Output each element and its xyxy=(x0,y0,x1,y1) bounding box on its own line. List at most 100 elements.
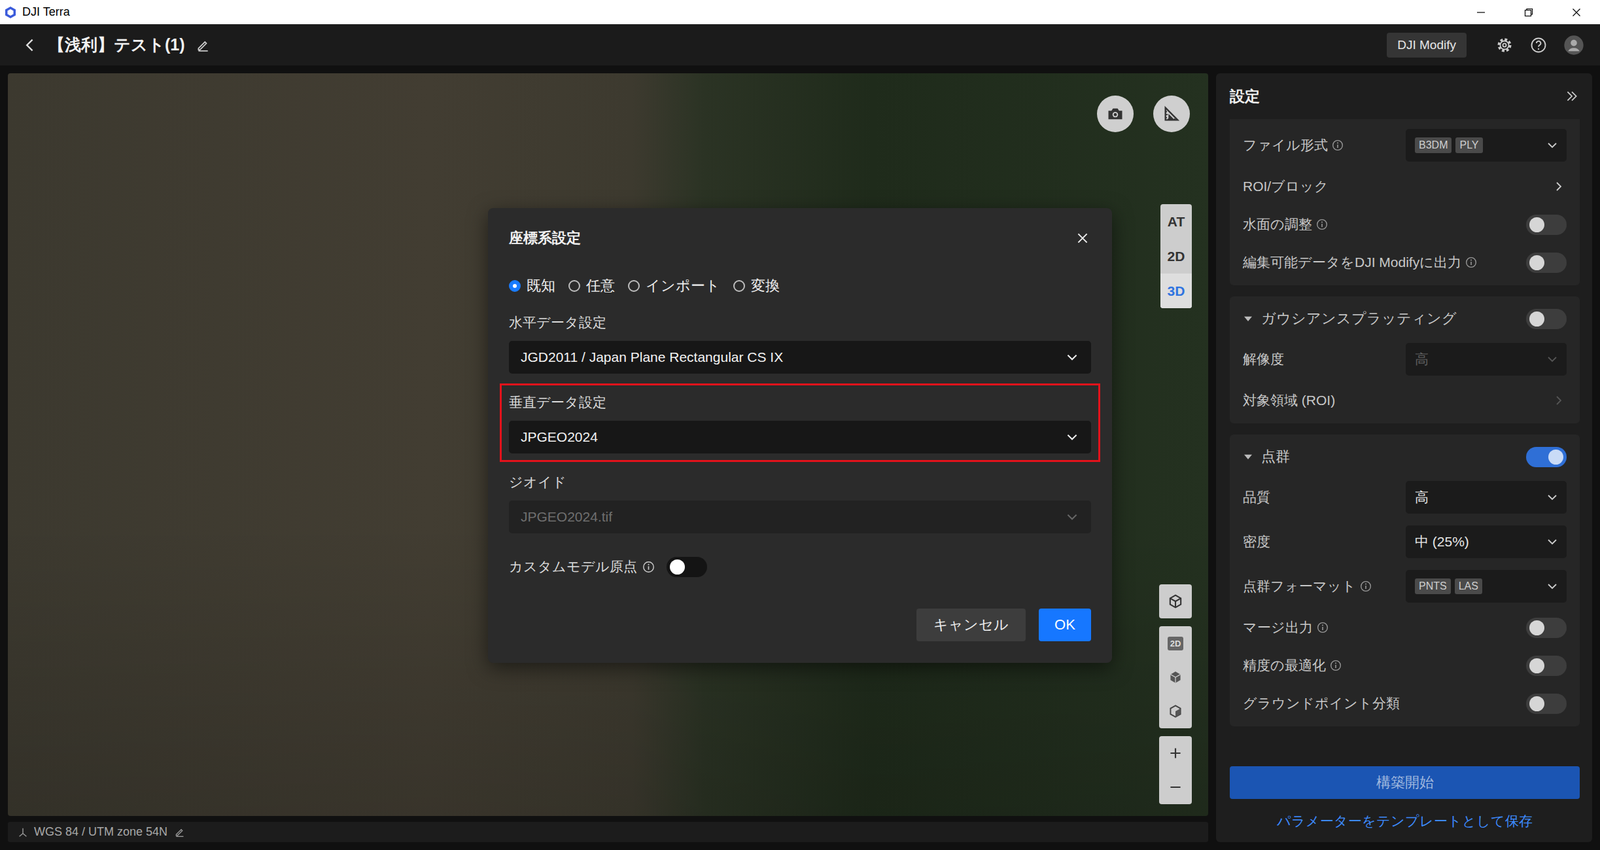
section-toggle[interactable] xyxy=(1526,446,1567,468)
view-mode-button[interactable]: 3D xyxy=(1160,273,1192,309)
setting-row: 編集可能データをDJI Modifyに出力 xyxy=(1242,243,1567,282)
build-start-button[interactable]: 構築開始 xyxy=(1229,765,1580,799)
chevron-down-icon xyxy=(1064,429,1080,445)
zoom-in-button[interactable] xyxy=(1159,735,1192,770)
close-icon xyxy=(1075,230,1090,246)
setting-label: 対象領域 (ROI) xyxy=(1242,391,1336,410)
dji-modify-button[interactable]: DJI Modify xyxy=(1386,32,1467,58)
project-title: 【浅利】テスト(1) xyxy=(48,34,186,56)
settings-card: ファイル形式B3DMPLYROI/ブロック水面の調整編集可能データをDJI Mo… xyxy=(1229,119,1580,286)
open-link-button[interactable] xyxy=(1550,392,1567,409)
model-button[interactable] xyxy=(1159,660,1192,695)
radio-mark xyxy=(508,279,521,292)
close-icon xyxy=(1571,7,1582,18)
collapse-panel-button[interactable] xyxy=(1563,87,1581,105)
pencil-icon xyxy=(173,826,186,838)
minus-icon xyxy=(1166,778,1184,796)
setting-label: 編集可能データをDJI Modifyに出力 xyxy=(1242,253,1462,272)
setting-toggle[interactable] xyxy=(1526,693,1567,714)
cube-icon xyxy=(1166,668,1184,686)
section-label: ガウシアンスプラッティング xyxy=(1261,308,1457,329)
setting-label: 品質 xyxy=(1242,487,1271,507)
setting-toggle[interactable] xyxy=(1526,214,1567,235)
save-template-link[interactable]: パラメーターをテンプレートとして保存 xyxy=(1276,809,1533,833)
rename-button[interactable] xyxy=(194,36,212,54)
format-chip: PNTS xyxy=(1414,578,1451,594)
status-bar: WGS 84 / UTM zone 54N xyxy=(7,821,1209,842)
help-icon xyxy=(1529,35,1548,55)
edit-crs-button[interactable] xyxy=(172,824,187,839)
dialog-title: 座標系設定 xyxy=(508,228,581,248)
field-label: 垂直データ設定 xyxy=(508,391,1092,413)
radio-mark xyxy=(627,279,640,292)
setting-toggle[interactable] xyxy=(1526,655,1567,676)
setting-select[interactable]: PNTSLAS xyxy=(1405,569,1567,603)
axis-icon xyxy=(17,826,29,838)
setting-label: 点群フォーマット xyxy=(1242,576,1357,596)
section-header[interactable]: ガウシアンスプラッティング xyxy=(1242,300,1567,337)
radio-mark xyxy=(733,279,746,292)
custom-origin-toggle[interactable] xyxy=(666,556,708,577)
settings-button[interactable] xyxy=(1494,34,1515,56)
info-icon xyxy=(1316,621,1329,634)
setting-row: 対象領域 (ROI) xyxy=(1242,381,1567,420)
settings-card: ガウシアンスプラッティング解像度 高対象領域 (ROI) xyxy=(1229,296,1580,424)
mode-radio[interactable]: 変換 xyxy=(733,275,780,297)
setting-select[interactable]: B3DMPLY xyxy=(1405,128,1567,162)
setting-row: グラウンドポイント分類 xyxy=(1242,684,1567,723)
user-avatar-icon xyxy=(1563,34,1585,56)
setting-select[interactable]: 中 (25%) xyxy=(1405,525,1567,558)
cube-outline-icon xyxy=(1166,702,1184,720)
screenshot-button[interactable] xyxy=(1096,95,1134,133)
setting-select[interactable]: 高 xyxy=(1405,480,1567,514)
help-button[interactable] xyxy=(1528,34,1549,56)
datum-dropdown[interactable]: JPGEO2024.tif xyxy=(508,500,1092,534)
panel-title: 設定 xyxy=(1229,86,1260,107)
chevron-down-icon xyxy=(1545,490,1559,504)
close-window-button[interactable] xyxy=(1552,0,1600,25)
minimize-button[interactable] xyxy=(1456,0,1505,25)
model-view-button[interactable] xyxy=(1159,584,1192,619)
setting-row: 密度 中 (25%) xyxy=(1242,519,1567,564)
measure-button[interactable] xyxy=(1153,95,1190,133)
caret-icon xyxy=(1242,313,1254,324)
title-bar: DJI Terra xyxy=(0,0,1600,25)
point-cloud-button[interactable] xyxy=(1159,694,1192,729)
setting-label: 密度 xyxy=(1242,532,1271,551)
mode-radio[interactable]: 既知 xyxy=(508,275,556,297)
setting-label: マージ出力 xyxy=(1242,618,1313,637)
section-toggle[interactable] xyxy=(1526,308,1567,330)
double-chevron-right-icon xyxy=(1564,88,1580,104)
dialog-button[interactable]: キャンセル xyxy=(916,608,1026,642)
setting-toggle[interactable] xyxy=(1526,252,1567,273)
setting-row: 点群フォーマット PNTSLAS xyxy=(1242,563,1567,609)
setting-row: 品質 高 xyxy=(1242,474,1567,520)
datum-dropdown[interactable]: JGD2011 / Japan Plane Rectangular CS IX xyxy=(508,340,1092,374)
section-label: 点群 xyxy=(1261,446,1290,467)
dialog-button[interactable]: OK xyxy=(1038,608,1092,642)
setting-toggle[interactable] xyxy=(1526,617,1567,638)
datum-field: 垂直データ設定 JPGEO2024 xyxy=(499,383,1101,462)
chevron-right-icon xyxy=(1552,179,1566,193)
2d-view-button[interactable]: 2D xyxy=(1159,626,1192,661)
back-button[interactable] xyxy=(20,35,40,55)
dialog-close-button[interactable] xyxy=(1074,229,1092,247)
account-button[interactable] xyxy=(1562,33,1586,57)
setting-select[interactable]: 高 xyxy=(1405,342,1567,376)
section-header[interactable]: 点群 xyxy=(1242,438,1567,475)
setting-row: ROI/ブロック xyxy=(1242,167,1567,206)
info-icon xyxy=(1316,218,1328,231)
mode-radio[interactable]: 任意 xyxy=(568,275,615,297)
view-mode-button[interactable]: AT xyxy=(1160,204,1192,239)
info-icon xyxy=(1331,139,1344,152)
view-mode-button[interactable]: 2D xyxy=(1160,238,1192,274)
settings-panel: 設定ファイル形式B3DMPLYROI/ブロック水面の調整編集可能データをDJI … xyxy=(1216,73,1593,842)
zoom-out-button[interactable] xyxy=(1159,769,1192,804)
datum-dropdown[interactable]: JPGEO2024 xyxy=(508,420,1092,454)
open-link-button[interactable] xyxy=(1550,178,1567,195)
setting-label: 解像度 xyxy=(1242,349,1285,369)
coordinate-system-dialog: 座標系設定既知任意インポート変換水平データ設定JGD2011 / Japan P… xyxy=(487,208,1113,663)
setting-row: ファイル形式B3DMPLY xyxy=(1242,122,1567,168)
mode-radio[interactable]: インポート xyxy=(627,275,721,297)
restore-button[interactable] xyxy=(1504,0,1553,25)
